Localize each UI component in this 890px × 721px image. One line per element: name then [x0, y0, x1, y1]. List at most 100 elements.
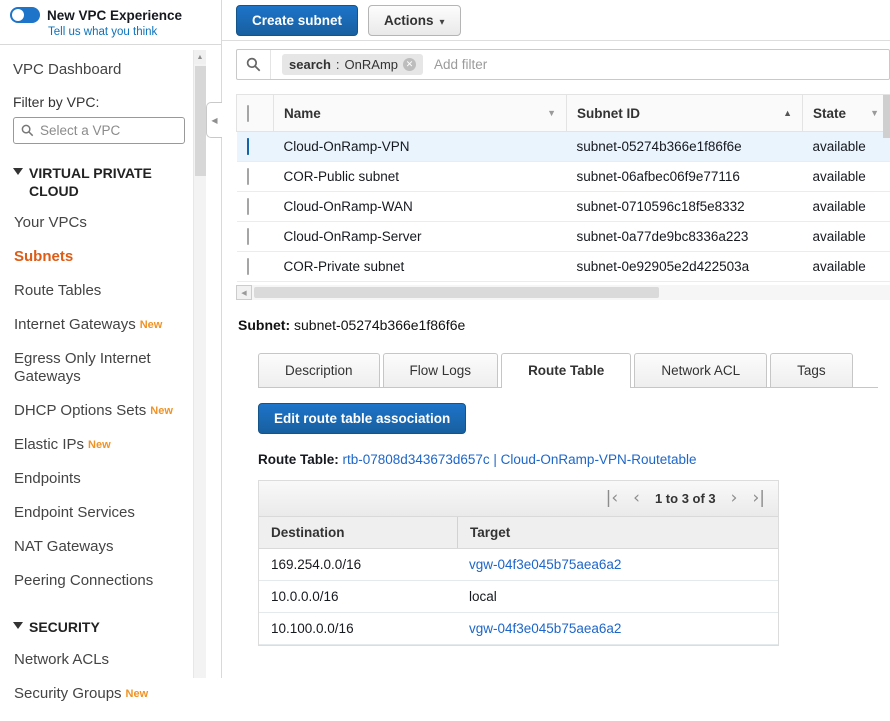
- sidebar-item-vpc-dashboard[interactable]: VPC Dashboard: [13, 61, 191, 78]
- row-checkbox[interactable]: [247, 258, 249, 275]
- vpc-filter-input[interactable]: [40, 123, 170, 138]
- actions-button[interactable]: Actions▾: [368, 5, 461, 36]
- toggle-knob: [12, 9, 24, 21]
- route-row: 169.254.0.0/16 vgw-04f3e045b75aea6a2: [259, 549, 778, 581]
- section-virtual-private-cloud[interactable]: VIRTUAL PRIVATE CLOUD: [13, 164, 191, 200]
- sidebar-item-network-acls[interactable]: Network ACLs: [13, 643, 191, 677]
- selected-subnet-summary: Subnet: subnet-05274b366e1f86f6e: [238, 317, 890, 333]
- column-header-state[interactable]: State▼: [803, 95, 890, 132]
- row-checkbox[interactable]: [247, 138, 249, 155]
- chevron-down-icon: [13, 622, 23, 629]
- table-row[interactable]: Cloud-OnRamp-VPN subnet-05274b366e1f86f6…: [237, 132, 890, 162]
- sidebar-item-security-groups[interactable]: Security GroupsNew: [13, 677, 191, 711]
- detail-panel: Description Flow Logs Route Table Networ…: [258, 353, 890, 646]
- sidebar-item-your-vpcs[interactable]: Your VPCs: [13, 206, 191, 240]
- new-badge: New: [140, 319, 163, 331]
- detail-tabs: Description Flow Logs Route Table Networ…: [258, 353, 878, 388]
- new-badge: New: [126, 688, 149, 700]
- row-checkbox[interactable]: [247, 198, 249, 215]
- sidebar-item-elastic-ips[interactable]: Elastic IPsNew: [13, 428, 191, 462]
- sidebar-nav: VPC Dashboard Filter by VPC: VIRTUAL PRI…: [0, 45, 221, 721]
- route-table-link[interactable]: rtb-07808d343673d657c | Cloud-OnRamp-VPN…: [343, 452, 697, 467]
- column-header-target[interactable]: Target: [457, 517, 778, 548]
- subnet-table: Name▼ Subnet ID▲ State▼ Cloud-OnRamp-VPN: [236, 94, 890, 282]
- sidebar-scrollbar[interactable]: ▲: [193, 50, 206, 678]
- chevron-down-icon: ▾: [440, 17, 445, 28]
- table-row[interactable]: COR-Private subnet subnet-0e92905e2d4225…: [237, 252, 890, 282]
- tab-flow-logs[interactable]: Flow Logs: [383, 353, 499, 387]
- new-badge: New: [150, 405, 173, 417]
- vertical-scrollbar[interactable]: [883, 95, 890, 138]
- select-all-checkbox[interactable]: [247, 105, 249, 122]
- column-header-destination[interactable]: Destination: [259, 517, 457, 548]
- sidebar-item-route-tables[interactable]: Route Tables: [13, 274, 191, 308]
- edit-route-table-association-button[interactable]: Edit route table association: [258, 403, 466, 434]
- sort-icon[interactable]: ▼: [870, 108, 879, 118]
- horizontal-scrollbar[interactable]: ◀: [236, 285, 890, 300]
- column-header-subnet-id[interactable]: Subnet ID▲: [567, 95, 803, 132]
- next-page-icon[interactable]: ›: [731, 490, 738, 507]
- filter-by-vpc-label: Filter by VPC:: [13, 94, 191, 110]
- new-experience-banner: New VPC Experience Tell us what you thin…: [0, 0, 221, 45]
- filter-tag[interactable]: search : OnRAmp ✕: [282, 54, 423, 75]
- search-icon: [21, 124, 34, 137]
- previous-page-icon[interactable]: ‹: [633, 490, 640, 507]
- row-checkbox[interactable]: [247, 168, 249, 185]
- route-table-summary: Route Table: rtb-07808d343673d657c | Clo…: [258, 452, 878, 467]
- column-header-name[interactable]: Name▼: [274, 95, 567, 132]
- main-content: Create subnet Actions▾ search : OnRAmp ✕…: [222, 0, 890, 678]
- toolbar: Create subnet Actions▾: [222, 0, 890, 41]
- scroll-up-icon[interactable]: ▲: [194, 50, 206, 64]
- vpc-filter-search[interactable]: [13, 117, 185, 144]
- routes-table: |‹ ‹ 1 to 3 of 3 › ›| Destination Target…: [258, 480, 779, 646]
- sidebar-item-endpoints[interactable]: Endpoints: [13, 462, 191, 496]
- sort-icon[interactable]: ▼: [547, 108, 556, 118]
- search-icon: [246, 50, 271, 79]
- target-link[interactable]: vgw-04f3e045b75aea6a2: [469, 557, 621, 572]
- sidebar-item-internet-gateways[interactable]: Internet GatewaysNew: [13, 308, 191, 342]
- create-subnet-button[interactable]: Create subnet: [236, 5, 358, 36]
- route-row: 10.100.0.0/16 vgw-04f3e045b75aea6a2: [259, 613, 778, 645]
- sidebar-collapse-handle[interactable]: ◀: [206, 102, 222, 138]
- pagination-count: 1 to 3 of 3: [655, 491, 716, 506]
- table-row[interactable]: Cloud-OnRamp-Server subnet-0a77de9bc8336…: [237, 222, 890, 252]
- tab-tags[interactable]: Tags: [770, 353, 853, 387]
- route-table-tab-content: Edit route table association Route Table…: [258, 388, 878, 646]
- routes-header: Destination Target: [259, 517, 778, 549]
- sidebar-item-nat-gateways[interactable]: NAT Gateways: [13, 530, 191, 564]
- filter-bar[interactable]: search : OnRAmp ✕ Add filter: [236, 49, 890, 80]
- target-link[interactable]: vgw-04f3e045b75aea6a2: [469, 621, 621, 636]
- subnet-table-wrap: Name▼ Subnet ID▲ State▼ Cloud-OnRamp-VPN: [236, 94, 890, 282]
- vpc-console: New VPC Experience Tell us what you thin…: [0, 0, 890, 678]
- new-experience-label: New VPC Experience: [47, 8, 182, 23]
- feedback-link[interactable]: Tell us what you think: [48, 26, 211, 38]
- new-badge: New: [88, 439, 111, 451]
- sidebar-item-dhcp-options-sets[interactable]: DHCP Options SetsNew: [13, 394, 191, 428]
- route-row: 10.0.0.0/16 local: [259, 581, 778, 613]
- sort-asc-icon[interactable]: ▲: [783, 108, 792, 118]
- new-experience-toggle[interactable]: [10, 7, 40, 23]
- sidebar-item-subnets[interactable]: Subnets: [13, 240, 191, 274]
- remove-filter-icon[interactable]: ✕: [403, 58, 416, 71]
- select-all-header: [237, 95, 274, 132]
- add-filter-input[interactable]: Add filter: [434, 57, 487, 72]
- scrollbar-thumb[interactable]: [254, 287, 659, 298]
- sidebar: New VPC Experience Tell us what you thin…: [0, 0, 222, 678]
- chevron-down-icon: [13, 168, 23, 175]
- selected-subnet-id: subnet-05274b366e1f86f6e: [294, 317, 465, 333]
- sidebar-item-egress-only-internet-gateways[interactable]: Egress Only Internet Gateways: [13, 342, 191, 394]
- tab-description[interactable]: Description: [258, 353, 380, 387]
- scrollbar-thumb[interactable]: [195, 66, 206, 176]
- last-page-icon[interactable]: ›|: [752, 490, 765, 507]
- sidebar-item-peering-connections[interactable]: Peering Connections: [13, 564, 191, 598]
- row-checkbox[interactable]: [247, 228, 249, 245]
- sidebar-item-endpoint-services[interactable]: Endpoint Services: [13, 496, 191, 530]
- pagination-bar: |‹ ‹ 1 to 3 of 3 › ›|: [259, 481, 778, 517]
- tab-route-table[interactable]: Route Table: [501, 353, 631, 388]
- first-page-icon[interactable]: |‹: [606, 490, 619, 507]
- table-row[interactable]: COR-Public subnet subnet-06afbec06f9e771…: [237, 162, 890, 192]
- scroll-left-icon[interactable]: ◀: [236, 285, 252, 300]
- tab-network-acl[interactable]: Network ACL: [634, 353, 767, 387]
- table-row[interactable]: Cloud-OnRamp-WAN subnet-0710596c18f5e833…: [237, 192, 890, 222]
- section-security[interactable]: SECURITY: [13, 618, 191, 636]
